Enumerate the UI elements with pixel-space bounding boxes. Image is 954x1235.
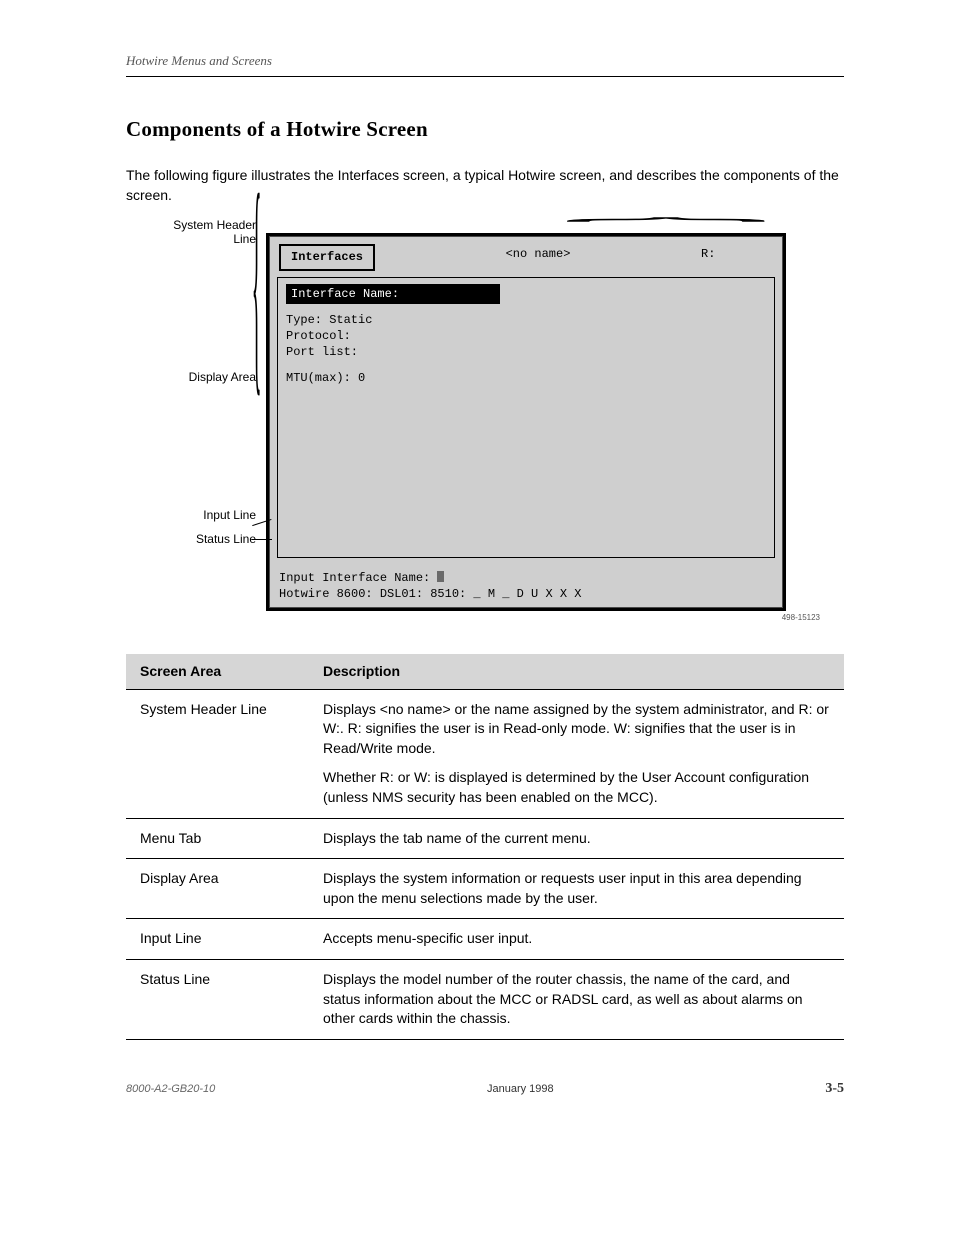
cursor-icon: [437, 571, 444, 582]
portlist-line: Port list:: [286, 344, 766, 360]
table-row: Input Line Accepts menu-specific user inp…: [126, 919, 844, 960]
terminal-figure: ⏞ System Header Line Display Area Input …: [266, 233, 826, 623]
cell-desc: Displays the tab name of the current men…: [309, 818, 844, 859]
section-heading: Components of a Hotwire Screen: [126, 115, 844, 143]
lead-paragraph: The following figure illustrates the Int…: [126, 165, 844, 206]
cell-key: Menu Tab: [126, 818, 309, 859]
terminal-title: <no name>: [375, 242, 701, 262]
cell-desc: Displays the model number of the router …: [309, 960, 844, 1040]
callout-status-line: Status Line: [160, 533, 256, 547]
interface-name-field: Interface Name:: [286, 284, 500, 304]
page-rule: [126, 76, 844, 77]
leader-line: [252, 539, 272, 541]
brace-icon: ⏞: [0, 227, 954, 231]
table-row: Menu Tab Displays the tab name of the cur…: [126, 818, 844, 859]
terminal-kv: Type: Static Protocol: Port list:: [286, 312, 766, 361]
doc-date: January 1998: [487, 1082, 554, 1097]
desc-paragraph: Displays the system information or reque…: [323, 869, 830, 908]
running-head: Hotwire Menus and Screens: [126, 52, 844, 70]
terminal-header: Interfaces <no name> R:: [269, 236, 783, 272]
desc-paragraph: Displays the model number of the router …: [323, 970, 830, 1029]
cell-desc: Displays the system information or reque…: [309, 859, 844, 919]
cell-key: Display Area: [126, 859, 309, 919]
table-row: Display Area Displays the system informat…: [126, 859, 844, 919]
input-line: Input Interface Name:: [279, 570, 773, 586]
mtu-line: MTU(max): 0: [286, 370, 766, 386]
cell-desc: Displays <no name> or the name assigned …: [309, 689, 844, 818]
callout-input-line: Input Line: [160, 509, 256, 523]
table-row: Status LineDisplays the model number of …: [126, 960, 844, 1040]
brace-icon: {: [252, 159, 262, 404]
cell-key: System Header Line: [126, 689, 309, 818]
cell-key: Input Line: [126, 919, 309, 960]
page-number: 3-5: [825, 1080, 844, 1099]
terminal-footer: Input Interface Name: Hotwire 8600: DSL0…: [269, 566, 783, 608]
terminal-window: Interfaces <no name> R: Interface Name: …: [266, 233, 786, 611]
protocol-line: Protocol:: [286, 328, 766, 344]
status-line: Hotwire 8600: DSL01: 8510: _ M _ D U X X…: [279, 586, 773, 602]
terminal-body: Interface Name: Type: Static Protocol: P…: [277, 277, 775, 558]
doc-id: 8000-A2-GB20-10: [126, 1082, 215, 1097]
type-line: Type: Static: [286, 312, 766, 328]
desc-paragraph: Whether R: or W: is displayed is determi…: [323, 768, 830, 807]
cell-key: Status Line: [126, 960, 309, 1040]
callout-display-area: Display Area: [160, 371, 256, 385]
col-screen-area: Screen Area: [126, 654, 309, 689]
screen-areas-table: Screen Area Description System Header Li…: [126, 654, 844, 1040]
desc-paragraph: Displays <no name> or the name assigned …: [323, 700, 830, 759]
page-footer: 8000-A2-GB20-10 January 1998 3-5: [126, 1080, 844, 1099]
desc-paragraph: Accepts menu-specific user input.: [323, 929, 830, 949]
figure-asset-id: 498-15123: [266, 613, 820, 624]
menu-tab: Interfaces: [279, 244, 375, 270]
desc-paragraph: Displays the tab name of the current men…: [323, 829, 830, 849]
col-description: Description: [309, 654, 844, 689]
callout-system-header: System Header Line: [160, 219, 256, 247]
table-row: System Header LineDisplays <no name> or …: [126, 689, 844, 818]
terminal-mode: R:: [701, 242, 773, 262]
cell-desc: Accepts menu-specific user input.: [309, 919, 844, 960]
